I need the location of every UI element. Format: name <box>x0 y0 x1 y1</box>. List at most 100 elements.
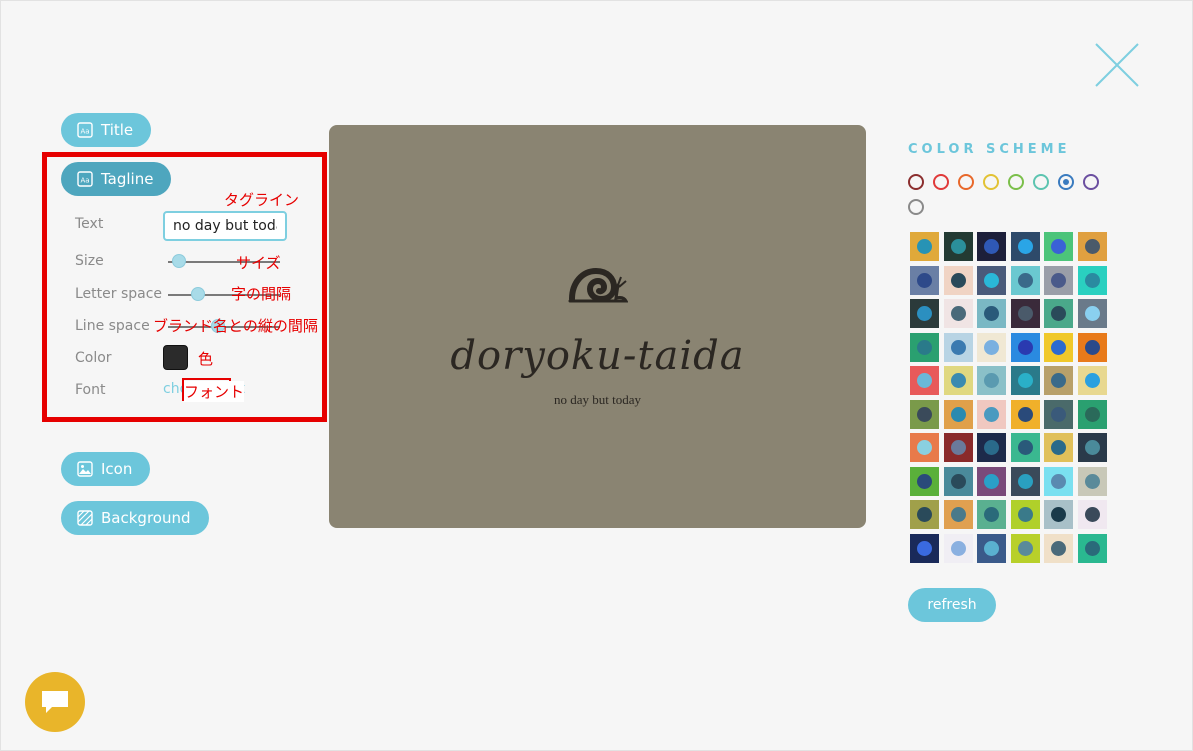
color-swatch[interactable] <box>910 232 939 261</box>
color-swatch[interactable] <box>977 500 1007 529</box>
color-filter-circle[interactable] <box>1033 174 1049 190</box>
color-swatch[interactable] <box>910 366 939 395</box>
color-swatch[interactable] <box>1044 433 1074 462</box>
color-swatch-dot <box>1051 540 1067 556</box>
color-swatch[interactable] <box>1078 433 1107 462</box>
color-swatch[interactable] <box>1078 500 1107 529</box>
color-swatch-dot <box>984 272 1000 288</box>
color-swatch[interactable] <box>977 299 1007 328</box>
color-swatch[interactable] <box>910 433 939 462</box>
color-swatch[interactable] <box>1010 332 1040 362</box>
color-swatch[interactable] <box>943 299 973 328</box>
color-swatch-dot <box>917 540 932 556</box>
color-swatch-dot <box>1051 406 1067 422</box>
color-swatch[interactable] <box>1078 366 1107 395</box>
color-swatch[interactable] <box>943 466 973 496</box>
preview-tagline: no day but today <box>553 392 641 407</box>
color-swatch[interactable] <box>1044 332 1074 362</box>
color-swatch[interactable] <box>1010 232 1040 261</box>
close-icon[interactable] <box>1094 42 1140 88</box>
color-filter-circle[interactable] <box>983 174 999 190</box>
color-swatch[interactable] <box>943 232 973 261</box>
color-swatch[interactable] <box>977 366 1007 395</box>
color-swatch[interactable] <box>910 500 939 529</box>
color-swatch[interactable] <box>943 265 973 295</box>
tagline-tab-button[interactable]: Aa Tagline <box>61 162 172 196</box>
color-filter-circle[interactable] <box>908 199 924 215</box>
color-swatch[interactable] <box>910 299 939 328</box>
color-swatch[interactable] <box>1078 533 1107 563</box>
color-swatch[interactable] <box>1078 265 1107 295</box>
color-swatch[interactable] <box>943 533 973 563</box>
color-swatch[interactable] <box>1010 500 1040 529</box>
color-swatch[interactable] <box>910 399 939 429</box>
color-swatch[interactable] <box>943 366 973 395</box>
tagline-color-picker[interactable] <box>163 345 188 370</box>
color-swatch-dot <box>1017 406 1033 422</box>
color-swatch-dot <box>984 339 1000 355</box>
color-swatch[interactable] <box>977 399 1007 429</box>
color-swatch[interactable] <box>910 332 939 362</box>
color-swatch[interactable] <box>1044 366 1074 395</box>
color-swatch[interactable] <box>1044 500 1074 529</box>
color-swatch[interactable] <box>943 500 973 529</box>
color-swatch[interactable] <box>1044 399 1074 429</box>
color-swatch[interactable] <box>1010 265 1040 295</box>
color-filter-circle[interactable] <box>958 174 974 190</box>
color-filter-circle[interactable] <box>933 174 949 190</box>
color-swatch-dot <box>917 272 932 288</box>
color-swatch[interactable] <box>1044 533 1074 563</box>
color-swatch[interactable] <box>1078 332 1107 362</box>
color-swatch[interactable] <box>977 533 1007 563</box>
icon-tab-button[interactable]: Icon <box>61 452 151 486</box>
color-filter-circle[interactable] <box>1058 174 1074 190</box>
background-tab-button[interactable]: Background <box>61 501 209 535</box>
color-swatch[interactable] <box>1044 232 1074 261</box>
annotation-color: 色 <box>198 350 214 368</box>
refresh-button[interactable]: refresh <box>908 588 996 622</box>
chat-button[interactable] <box>25 672 85 732</box>
color-swatch[interactable] <box>1078 232 1107 261</box>
color-swatch-dot <box>1085 540 1100 556</box>
color-swatch[interactable] <box>1010 299 1040 328</box>
color-swatch[interactable] <box>943 399 973 429</box>
color-swatch[interactable] <box>1010 466 1040 496</box>
annotation-letter-space: 字の間隔 <box>231 285 292 303</box>
color-swatch[interactable] <box>943 433 973 462</box>
color-swatch[interactable] <box>977 332 1007 362</box>
color-swatch[interactable] <box>1010 433 1040 462</box>
color-filter-circle[interactable] <box>908 174 924 190</box>
color-swatch-dot <box>1017 507 1033 522</box>
color-swatch[interactable] <box>1078 466 1107 496</box>
color-swatch[interactable] <box>1010 366 1040 395</box>
color-swatch-dot <box>1051 473 1067 489</box>
color-swatch-dot <box>1051 339 1067 355</box>
chat-icon <box>42 691 68 713</box>
color-swatch[interactable] <box>1078 399 1107 429</box>
color-swatch[interactable] <box>977 265 1007 295</box>
color-swatch[interactable] <box>1010 399 1040 429</box>
color-swatch[interactable] <box>977 466 1007 496</box>
color-swatch[interactable] <box>977 433 1007 462</box>
color-filter-circle[interactable] <box>1083 174 1099 190</box>
tagline-text-input[interactable] <box>163 211 287 241</box>
color-swatch-dot <box>1051 373 1067 388</box>
color-swatch-dot <box>1017 540 1033 556</box>
color-swatch[interactable] <box>1010 533 1040 563</box>
color-swatch[interactable] <box>910 265 939 295</box>
color-swatch[interactable] <box>910 466 939 496</box>
title-tab-button[interactable]: Aa Title <box>61 113 152 147</box>
line-space-label: Line space <box>75 318 150 334</box>
color-filter-circle[interactable] <box>1008 174 1024 190</box>
color-swatch[interactable] <box>1078 299 1107 328</box>
color-swatch[interactable] <box>943 332 973 362</box>
color-swatch[interactable] <box>977 232 1007 261</box>
color-swatch[interactable] <box>1044 466 1074 496</box>
color-swatch-dot <box>950 239 966 254</box>
color-swatch-dot <box>1017 306 1033 321</box>
color-swatch[interactable] <box>1044 265 1074 295</box>
color-swatch-dot <box>1017 272 1033 288</box>
svg-text:Aa: Aa <box>81 177 90 185</box>
color-swatch[interactable] <box>1044 299 1074 328</box>
color-swatch[interactable] <box>910 533 939 563</box>
